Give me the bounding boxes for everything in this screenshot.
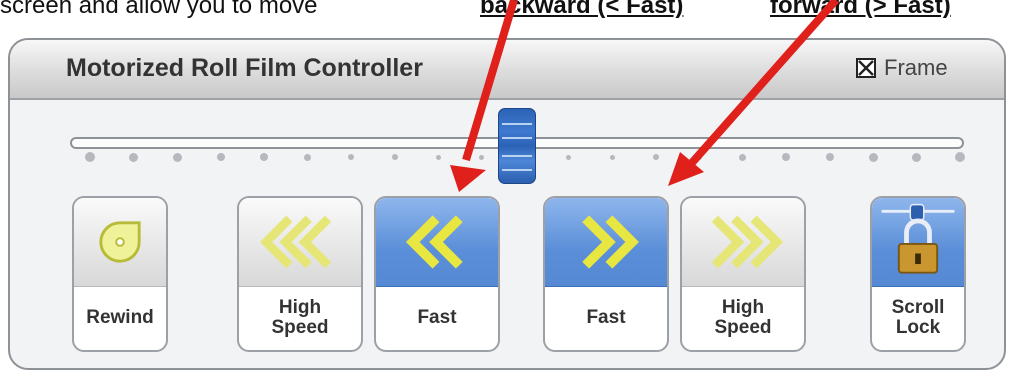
slider-tick <box>955 152 965 162</box>
slider-tick <box>782 153 790 161</box>
fast-forward-button[interactable]: Fast <box>543 196 669 352</box>
instruction-text: screen and allow you to move backward (<… <box>0 0 1013 22</box>
rewind-label: Rewind <box>86 307 154 328</box>
slider-tick <box>129 152 138 162</box>
rewind-button[interactable]: Rewind <box>72 196 168 352</box>
frame-label: Frame <box>884 55 948 80</box>
slider-tick <box>696 154 702 160</box>
triple-chevron-right-icon <box>711 215 784 269</box>
triple-chevron-left-icon <box>259 215 332 269</box>
slider-tick <box>348 154 354 160</box>
slider-tick <box>825 153 834 161</box>
slider-tick <box>435 154 441 160</box>
high-speed-backward-label: High Speed <box>271 297 329 338</box>
fast-forward-label: Fast <box>586 307 626 328</box>
instruction-text-start: screen and allow you to move <box>0 0 318 19</box>
window-title: Motorized Roll Film Controller <box>66 54 423 82</box>
title-bar: Motorized Roll Film Controller Frame <box>10 40 1004 100</box>
slider-tick <box>739 153 746 161</box>
scroll-lock-label: Scroll Lock <box>891 297 945 338</box>
slider-tick <box>304 153 311 161</box>
film-controller-window: Motorized Roll Film Controller Frame Rew… <box>8 38 1006 370</box>
slider-tick <box>172 152 182 162</box>
high-speed-forward-button[interactable]: High Speed <box>680 196 806 352</box>
padlock-icon <box>881 203 955 274</box>
fast-backward-label: Fast <box>417 307 457 328</box>
backward-label: backward (< Fast) <box>480 0 684 19</box>
high-speed-backward-button[interactable]: High Speed <box>237 196 363 352</box>
fast-backward-button[interactable]: Fast <box>374 196 500 352</box>
slider-tick <box>216 153 225 161</box>
checkmark-x-icon <box>858 60 874 76</box>
high-speed-forward-label: High Speed <box>714 297 772 338</box>
slider-tick <box>85 152 95 162</box>
slider-thumb[interactable] <box>498 108 536 184</box>
frame-checkbox[interactable] <box>856 58 876 78</box>
slider-tick <box>260 153 268 161</box>
slider-tick <box>868 152 878 162</box>
slider-tick <box>479 154 484 160</box>
double-chevron-left-icon <box>405 215 463 269</box>
slider-tick <box>391 154 398 160</box>
forward-label: forward (> Fast) <box>770 0 951 19</box>
slider-tick <box>652 154 659 160</box>
double-chevron-right-icon <box>582 215 639 269</box>
scroll-lock-button[interactable]: Scroll Lock <box>870 196 966 352</box>
rewind-icon <box>99 221 141 263</box>
slider-tick <box>609 154 615 160</box>
slider-tick <box>912 152 921 162</box>
slider-tick <box>566 154 571 160</box>
